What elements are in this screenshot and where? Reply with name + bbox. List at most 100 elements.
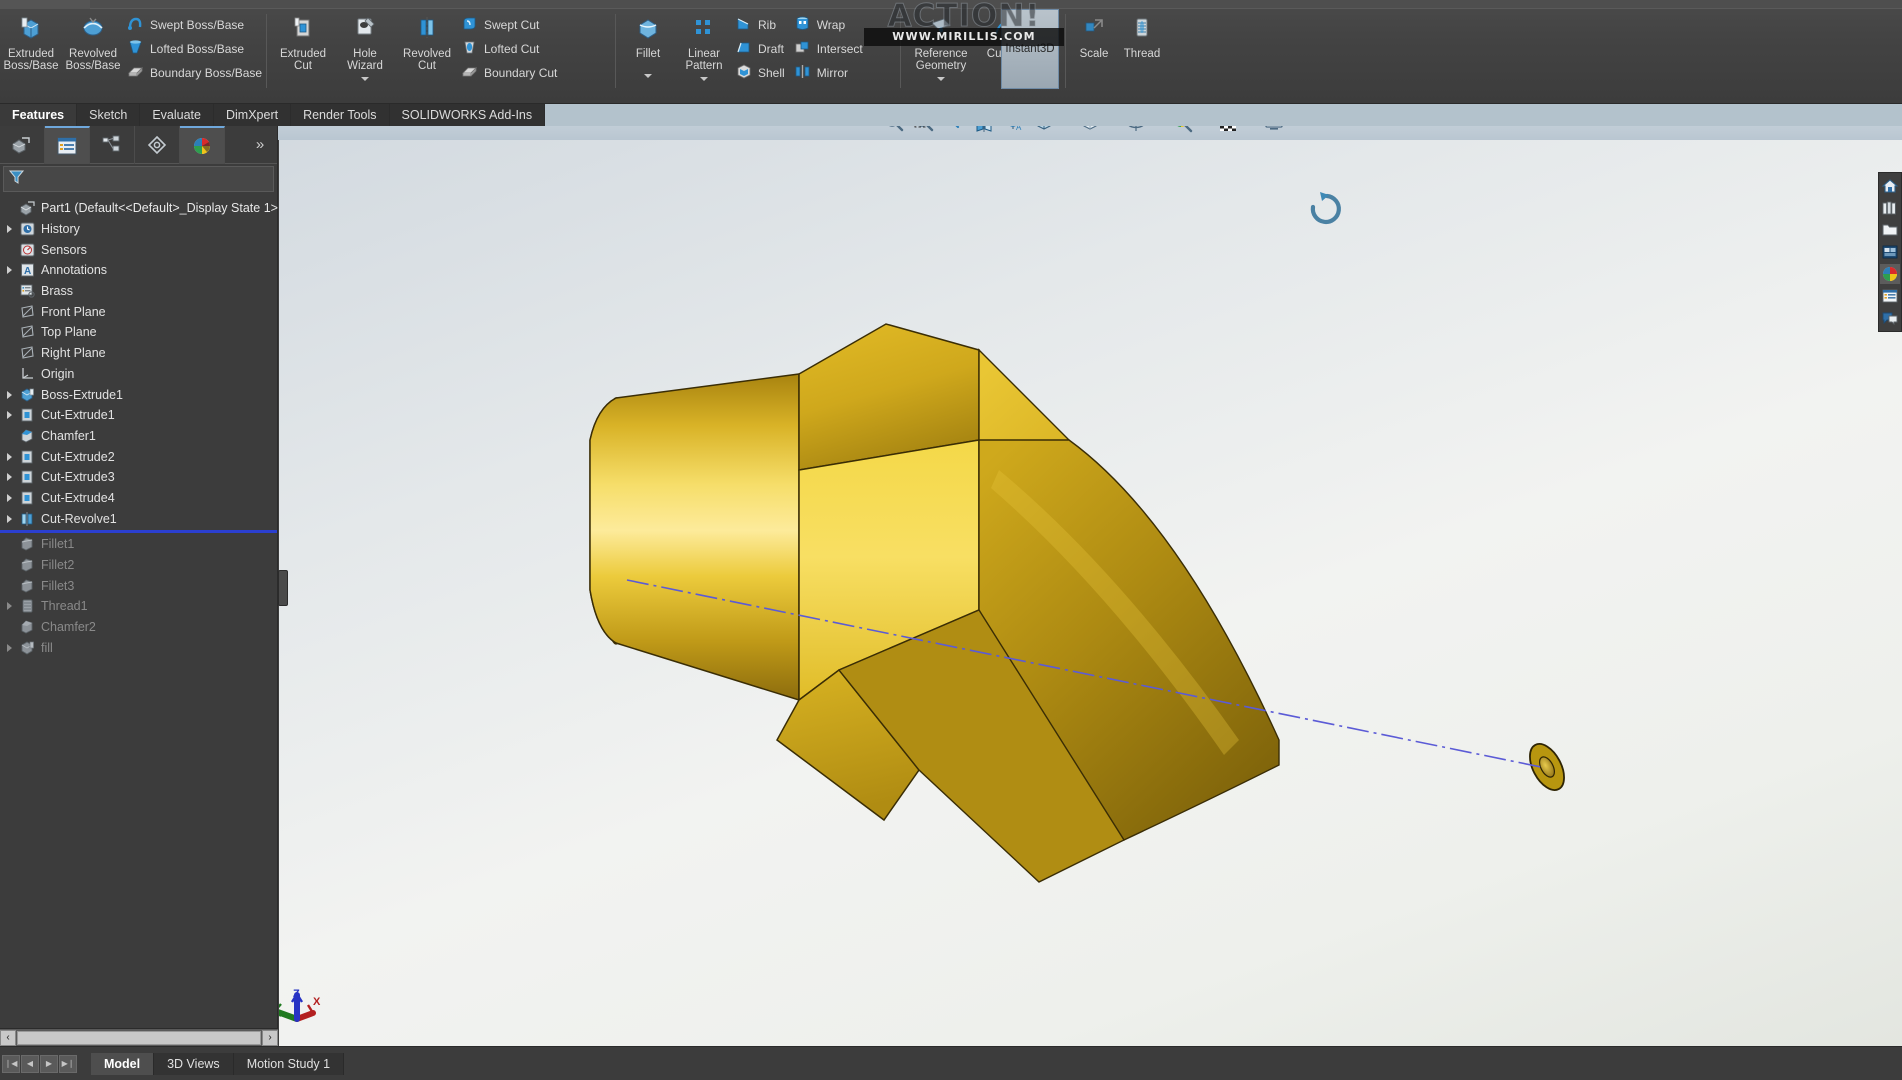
bottom-tab-motion-study[interactable]: Motion Study 1 (234, 1053, 344, 1075)
tab-solidworks-addins[interactable]: SOLIDWORKS Add-Ins (390, 104, 546, 126)
tab-dimxpert[interactable]: DimXpert (214, 104, 291, 126)
tree-item-history[interactable]: History (0, 219, 277, 240)
graphics-area[interactable]: Y X Z (279, 140, 1902, 1046)
lofted-cut-button[interactable]: Lofted Cut (458, 38, 563, 59)
scale-button[interactable]: Scale (1070, 9, 1118, 89)
last-tab-button[interactable]: ▶❘ (59, 1055, 77, 1073)
revolved-boss-base-button[interactable]: Revolved Boss/Base (62, 9, 124, 89)
fill-expander[interactable] (2, 644, 16, 652)
tree-item-cut-extrude1[interactable]: Cut-Extrude1 (0, 405, 277, 426)
reference-geometry-button[interactable]: Reference Geometry (905, 9, 977, 89)
tree-item-origin[interactable]: Origin (0, 364, 277, 385)
fillet-dropdown-caret[interactable] (644, 74, 652, 78)
tree-item-material-brass[interactable]: Brass (0, 281, 277, 302)
bottom-tab-model[interactable]: Model (91, 1053, 154, 1075)
first-tab-button[interactable]: ❘◀ (2, 1055, 20, 1073)
shell-button[interactable]: Shell (732, 62, 791, 83)
history-expander[interactable] (2, 225, 16, 233)
sw-resources-icon[interactable] (1880, 176, 1900, 196)
tab-features[interactable]: Features (0, 104, 77, 126)
tree-horizontal-scrollbar[interactable]: ‹ › (0, 1028, 278, 1046)
scroll-thumb[interactable] (17, 1031, 261, 1045)
boundary-boss-base-button[interactable]: Boundary Boss/Base (124, 62, 268, 83)
tree-item-cut-extrude4[interactable]: Cut-Extrude4 (0, 488, 277, 509)
bottom-tab-3d-views[interactable]: 3D Views (154, 1053, 234, 1075)
tree-item-cut-extrude2[interactable]: Cut-Extrude2 (0, 446, 277, 467)
tree-item-fillet3[interactable]: Fillet3 (0, 575, 277, 596)
intersect-button[interactable]: Intersect (791, 38, 869, 59)
tree-item-annotations[interactable]: A Annotations (0, 260, 277, 281)
tree-item-sensors[interactable]: Sensors (0, 239, 277, 260)
tree-item-front-plane[interactable]: Front Plane (0, 301, 277, 322)
hole-wizard-dropdown-caret[interactable] (361, 77, 369, 81)
cut-revolve-icon (16, 511, 38, 527)
swept-cut-button[interactable]: Swept Cut (458, 14, 563, 35)
linear-pattern-button[interactable]: Linear Pattern (676, 9, 732, 89)
tab-sketch[interactable]: Sketch (77, 104, 140, 126)
file-explorer-icon[interactable] (1880, 220, 1900, 240)
design-library-icon[interactable] (1880, 198, 1900, 218)
next-tab-button[interactable]: ▶ (40, 1055, 58, 1073)
hole-wizard-button[interactable]: Hole Wizard (334, 9, 396, 89)
dimxpert-manager-tab[interactable] (135, 126, 180, 164)
sw-forum-icon[interactable] (1880, 308, 1900, 328)
appearances-scenes-icon[interactable] (1880, 264, 1900, 284)
tree-item-fillet1[interactable]: Fillet1 (0, 534, 277, 555)
panel-resize-grip[interactable] (278, 570, 288, 606)
scroll-left-button[interactable]: ‹ (0, 1030, 16, 1046)
extruded-cut-button[interactable]: Extruded Cut (272, 9, 334, 89)
instant3d-toggle[interactable]: Instant3D (1001, 9, 1059, 89)
feature-manager-tab-strip: » (0, 126, 277, 164)
quick-access-toolbar[interactable] (0, 0, 90, 9)
lofted-boss-base-button[interactable]: Lofted Boss/Base (124, 38, 268, 59)
scroll-right-button[interactable]: › (262, 1030, 278, 1046)
extruded-boss-base-button[interactable]: Extruded Boss/Base (0, 9, 62, 89)
configuration-manager-tab[interactable] (90, 126, 135, 164)
tree-item-chamfer2[interactable]: Chamfer2 (0, 617, 277, 638)
annotations-expander[interactable] (2, 266, 16, 274)
reference-geometry-dropdown-caret[interactable] (937, 77, 945, 81)
tree-item-fill[interactable]: fill (0, 637, 277, 658)
boundary-cut-button[interactable]: Boundary Cut (458, 62, 563, 83)
filter-input[interactable] (25, 172, 269, 186)
custom-properties-icon[interactable] (1880, 286, 1900, 306)
thread-button[interactable]: Thread (1118, 9, 1166, 89)
tree-root-part1[interactable]: Part1 (Default<<Default>_Display State 1… (0, 198, 277, 219)
swept-boss-base-button[interactable]: Swept Boss/Base (124, 14, 268, 35)
view-palette-icon[interactable] (1880, 242, 1900, 262)
cut-extrude1-expander[interactable] (2, 411, 16, 419)
extruded-boss-label-2: Boss/Base (4, 60, 59, 73)
wrap-button[interactable]: Wrap (791, 14, 869, 35)
tree-item-top-plane[interactable]: Top Plane (0, 322, 277, 343)
property-manager-tab[interactable] (45, 126, 90, 164)
rib-button[interactable]: Rib (732, 14, 791, 35)
feature-tree[interactable]: Part1 (Default<<Default>_Display State 1… (0, 194, 277, 658)
boss-extrude1-expander[interactable] (2, 391, 16, 399)
feature-tree-filter[interactable] (3, 166, 274, 192)
thread1-expander[interactable] (2, 602, 16, 610)
cut-extrude4-expander[interactable] (2, 494, 16, 502)
cut-revolve1-expander[interactable] (2, 515, 16, 523)
tab-render-tools[interactable]: Render Tools (291, 104, 389, 126)
tree-item-cut-revolve1[interactable]: Cut-Revolve1 (0, 508, 277, 529)
revolved-cut-button[interactable]: Revolved Cut (396, 9, 458, 89)
display-manager-tab[interactable] (180, 126, 225, 164)
rollback-bar[interactable] (0, 530, 277, 533)
tree-item-boss-extrude1[interactable]: Boss-Extrude1 (0, 384, 277, 405)
prev-tab-button[interactable]: ◀ (21, 1055, 39, 1073)
model-viewport[interactable]: Y X Z (279, 140, 1902, 1046)
cut-extrude2-expander[interactable] (2, 453, 16, 461)
draft-button[interactable]: Draft (732, 38, 791, 59)
tree-item-thread1[interactable]: Thread1 (0, 596, 277, 617)
fillet-button[interactable]: Fillet (620, 9, 676, 89)
tree-item-right-plane[interactable]: Right Plane (0, 343, 277, 364)
tree-item-chamfer1[interactable]: Chamfer1 (0, 426, 277, 447)
tab-evaluate[interactable]: Evaluate (140, 104, 214, 126)
tree-item-cut-extrude3[interactable]: Cut-Extrude3 (0, 467, 277, 488)
feature-manager-tab[interactable] (0, 126, 45, 164)
panel-expander-button[interactable]: » (243, 126, 277, 163)
mirror-button[interactable]: Mirror (791, 62, 869, 83)
linear-pattern-dropdown-caret[interactable] (700, 77, 708, 81)
tree-item-fillet2[interactable]: Fillet2 (0, 555, 277, 576)
cut-extrude3-expander[interactable] (2, 473, 16, 481)
